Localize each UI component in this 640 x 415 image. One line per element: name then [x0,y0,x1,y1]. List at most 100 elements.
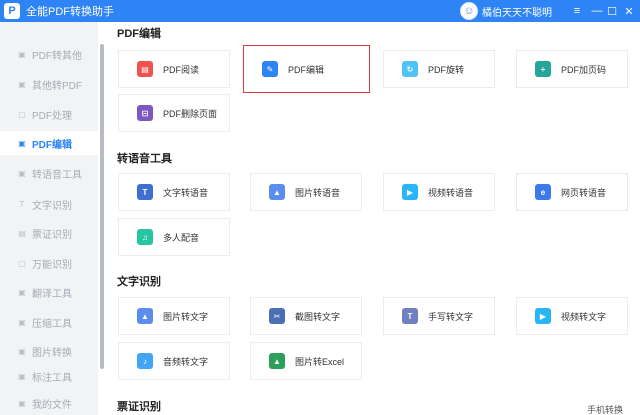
tool-card-label: 图片转Excel [295,356,345,367]
sidebar-item-label: PDF处理 [32,110,72,122]
user-account[interactable]: ☺ 橘伯天天不聪明 [460,2,552,20]
video-to-speech-icon: ▶ [402,184,418,200]
tool-card-pdf-edit[interactable]: ✎ PDF编辑 [243,45,370,93]
sidebar-item-speech-tools[interactable]: ▣ 转语音工具 [0,161,98,185]
sidebar-item-ticket-recognition[interactable]: ▤ 票证识别 [0,221,98,245]
sidebar-item-compress[interactable]: ▣ 压缩工具 [0,310,98,334]
sidebar-item-label: 其他转PDF [32,80,82,92]
tool-card-pdf-page-number[interactable]: + PDF加页码 [516,50,628,88]
tool-card-label: PDF阅读 [163,64,200,75]
sidebar-item-label: 压缩工具 [32,318,72,330]
sidebar-item-image-convert[interactable]: ▣ 图片转换 [0,339,98,363]
sidebar-item-pdf-to-other[interactable]: ▣ PDF转其他 [0,42,98,66]
user-name[interactable]: 橘伯天天不聪明 [482,4,552,19]
image-icon: ▣ [18,346,26,356]
screenshot-to-text-icon: ✂ [269,308,285,324]
maximize-icon[interactable]: ☐ [603,2,621,20]
tool-card-image-to-text[interactable]: ▲ 图片转文字 [118,297,230,335]
sidebar-item-label: PDF编辑 [32,139,72,151]
tool-card-multi-dubbing[interactable]: ♫ 多人配音 [118,218,230,256]
process-icon: ▢ [18,109,26,119]
sidebar-item-translate[interactable]: ▣ 翻译工具 [0,280,98,304]
tool-card-pdf-delete-page[interactable]: ⊟ PDF删除页面 [118,94,230,132]
sidebar-item-label: 我的文件 [32,399,72,411]
tool-card-label: 图片转语音 [295,187,341,198]
tool-card-image-to-excel[interactable]: ▲ 图片转Excel [250,342,362,380]
tool-card-audio-to-text[interactable]: ♪ 音频转文字 [118,342,230,380]
tool-card-image-to-speech[interactable]: ▲ 图片转语音 [250,173,362,211]
sidebar-item-label: 转语音工具 [32,169,82,181]
tool-card-label: 截图转文字 [295,311,341,322]
tool-card-label: PDF编辑 [288,64,325,75]
sidebar: ▣ PDF转其他 ▣ 其他转PDF ▢ PDF处理 ▣ PDF编辑 ▣ 转语音工具 T 文字… [0,22,98,415]
sidebar-item-my-files[interactable]: ▣ 我的文件 [0,391,98,415]
sidebar-item-universal-recognition[interactable]: ▢ 万能识别 [0,251,98,275]
speech-icon: ▣ [18,168,26,178]
section-title-text-recognition: 文字识别 [117,276,161,288]
tool-card-label: 音频转文字 [163,356,209,367]
tool-card-label: 多人配音 [163,232,200,243]
image-to-text-icon: ▲ [137,308,153,324]
section-title-pdf-edit: PDF编辑 [117,28,161,40]
tool-card-label: 手写转文字 [428,311,474,322]
sidebar-item-label: 文字识别 [32,200,72,212]
app-logo-icon: P [4,3,20,19]
title-bar: P 全能PDF转换助手 ☺ 橘伯天天不聪明 ≡ — ☐ ✕ [0,0,640,22]
tool-card-label: 网页转语音 [561,187,607,198]
text-icon: T [19,199,25,209]
scan-icon: ▢ [18,258,26,268]
close-icon[interactable]: ✕ [620,2,638,20]
app-window: P 全能PDF转换助手 ☺ 橘伯天天不聪明 ≡ — ☐ ✕ ▣ PDF转其他 ▣ 其… [0,0,640,415]
tool-card-label: PDF删除页面 [163,108,218,119]
tool-card-pdf-read[interactable]: ▤ PDF阅读 [118,50,230,88]
menu-icon[interactable]: ≡ [568,2,586,20]
sidebar-item-pdf-edit[interactable]: ▣ PDF编辑 [0,131,98,155]
tool-card-pdf-rotate[interactable]: ↻ PDF旋转 [383,50,495,88]
mobile-convert-link[interactable]: 手机转换 [587,403,623,415]
tool-card-screenshot-to-text[interactable]: ✂ 截图转文字 [250,297,362,335]
ticket-icon: ▤ [18,228,26,238]
avatar[interactable]: ☺ [460,2,478,20]
pdf-edit-icon: ✎ [262,61,278,77]
pdf-convert-icon: ▣ [18,49,26,59]
convert-icon: ▣ [18,79,26,89]
sidebar-item-label: 图片转换 [32,347,72,359]
handwriting-to-text-icon: T [402,308,418,324]
sidebar-item-label: 翻译工具 [32,288,72,300]
pdf-delete-page-icon: ⊟ [137,105,153,121]
sidebar-item-other-to-pdf[interactable]: ▣ 其他转PDF [0,72,98,96]
sidebar-item-label: 标注工具 [32,372,72,384]
webpage-to-speech-icon: e [535,184,551,200]
tool-card-label: PDF旋转 [428,64,465,75]
tool-card-label: 视频转语音 [428,187,474,198]
annotate-icon: ▣ [18,371,26,381]
image-to-speech-icon: ▲ [269,184,285,200]
sidebar-item-label: 票证识别 [32,229,72,241]
edit-icon: ▣ [18,138,26,148]
sidebar-item-pdf-process[interactable]: ▢ PDF处理 [0,102,98,126]
video-to-text-icon: ▶ [535,308,551,324]
tool-card-video-to-speech[interactable]: ▶ 视频转语音 [383,173,495,211]
sidebar-item-annotate[interactable]: ▣ 标注工具 [0,369,98,384]
sidebar-scrollbar[interactable] [100,44,104,369]
section-title-ticket-recognition: 票证识别 [117,401,161,413]
translate-icon: ▣ [18,287,26,297]
tool-card-text-to-speech[interactable]: T 文字转语音 [118,173,230,211]
sidebar-item-label: 万能识别 [32,259,72,271]
audio-to-text-icon: ♪ [137,353,153,369]
pdf-read-icon: ▤ [137,61,153,77]
tool-card-label: 图片转文字 [163,311,209,322]
tool-card-webpage-to-speech[interactable]: e 网页转语音 [516,173,628,211]
main-content: PDF编辑 ▤ PDF阅读 ✎ PDF编辑 ↻ PDF旋转 + PDF加页码 ⊟ PDF删… [107,22,640,415]
sidebar-item-text-recognition[interactable]: T 文字识别 [0,192,98,216]
tool-card-label: 视频转文字 [561,311,607,322]
multi-dubbing-icon: ♫ [137,229,153,245]
pdf-page-number-icon: + [535,61,551,77]
tool-card-label: 文字转语音 [163,187,209,198]
tool-card-video-to-text[interactable]: ▶ 视频转文字 [516,297,628,335]
sidebar-item-label: PDF转其他 [32,50,82,62]
tool-card-label: PDF加页码 [561,64,607,75]
image-to-excel-icon: ▲ [269,353,285,369]
tool-card-handwriting-to-text[interactable]: T 手写转文字 [383,297,495,335]
compress-icon: ▣ [18,317,26,327]
